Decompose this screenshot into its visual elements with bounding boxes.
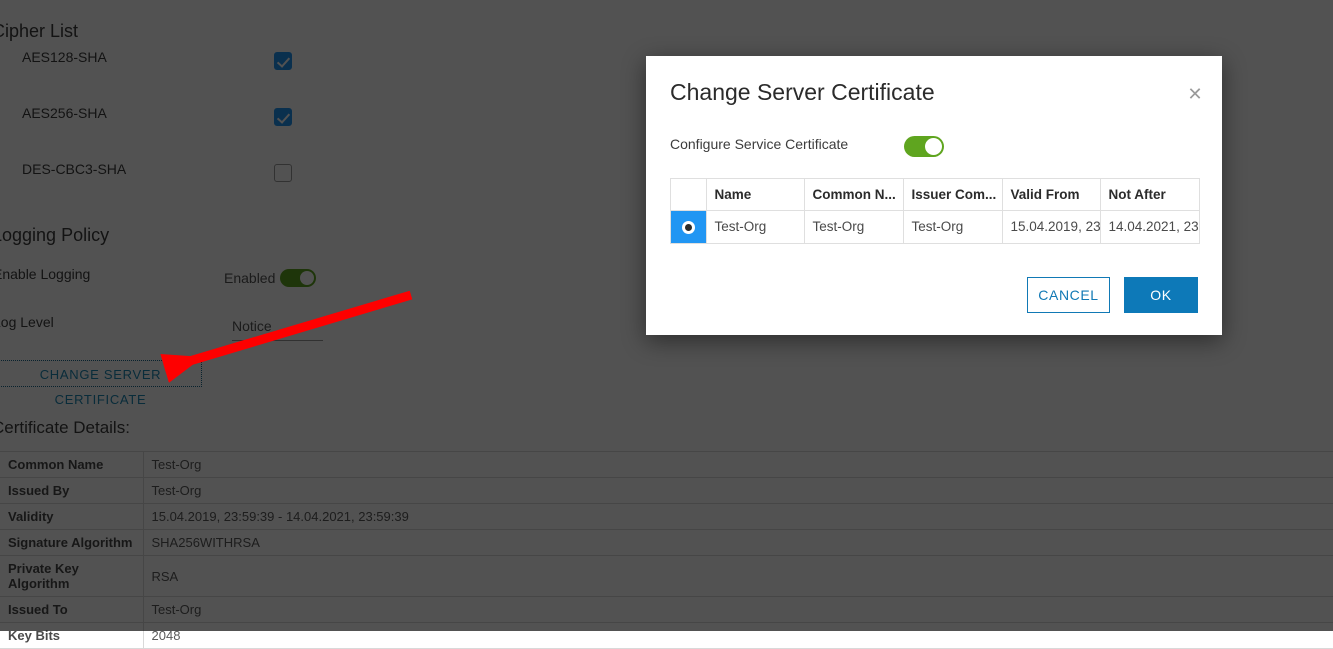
column-header-name[interactable]: Name [706, 179, 805, 211]
cell-issuer-common-name: Test-Org [903, 210, 1003, 243]
cell-common-name: Test-Org [804, 210, 904, 243]
column-header-issuer-common-name[interactable]: Issuer Com... [903, 179, 1003, 211]
configure-service-certificate-label: Configure Service Certificate [670, 136, 849, 152]
close-icon[interactable]: ✕ [1185, 84, 1205, 104]
dialog-title: Change Server Certificate [670, 79, 935, 105]
certificate-list-table-wrapper: Name Common N... Issuer Com... Valid Fro… [670, 178, 1200, 244]
cancel-button[interactable]: CANCEL [1027, 277, 1110, 313]
configure-service-certificate-toggle[interactable] [904, 136, 944, 157]
table-row[interactable]: Test-Org Test-Org Test-Org 15.04.2019, 2… [671, 210, 1199, 243]
table-header-row: Name Common N... Issuer Com... Valid Fro… [671, 179, 1199, 211]
ok-button[interactable]: OK [1124, 277, 1198, 313]
certificate-list-table: Name Common N... Issuer Com... Valid Fro… [671, 179, 1199, 243]
column-header-select [671, 179, 707, 211]
toggle-knob [925, 138, 942, 155]
cell-name: Test-Org [706, 210, 805, 243]
column-header-not-after[interactable]: Not After [1100, 179, 1199, 211]
column-header-common-name[interactable]: Common N... [804, 179, 904, 211]
row-select-radio-cell[interactable] [671, 210, 707, 243]
radio-selected-icon [681, 221, 695, 235]
cell-valid-from: 15.04.2019, 23: [1002, 210, 1101, 243]
dialog-action-bar: CANCEL OK [1027, 277, 1198, 313]
column-header-valid-from[interactable]: Valid From [1002, 179, 1101, 211]
cell-not-after: 14.04.2021, 23: [1100, 210, 1199, 243]
change-server-certificate-dialog: Change Server Certificate ✕ Configure Se… [646, 56, 1222, 335]
